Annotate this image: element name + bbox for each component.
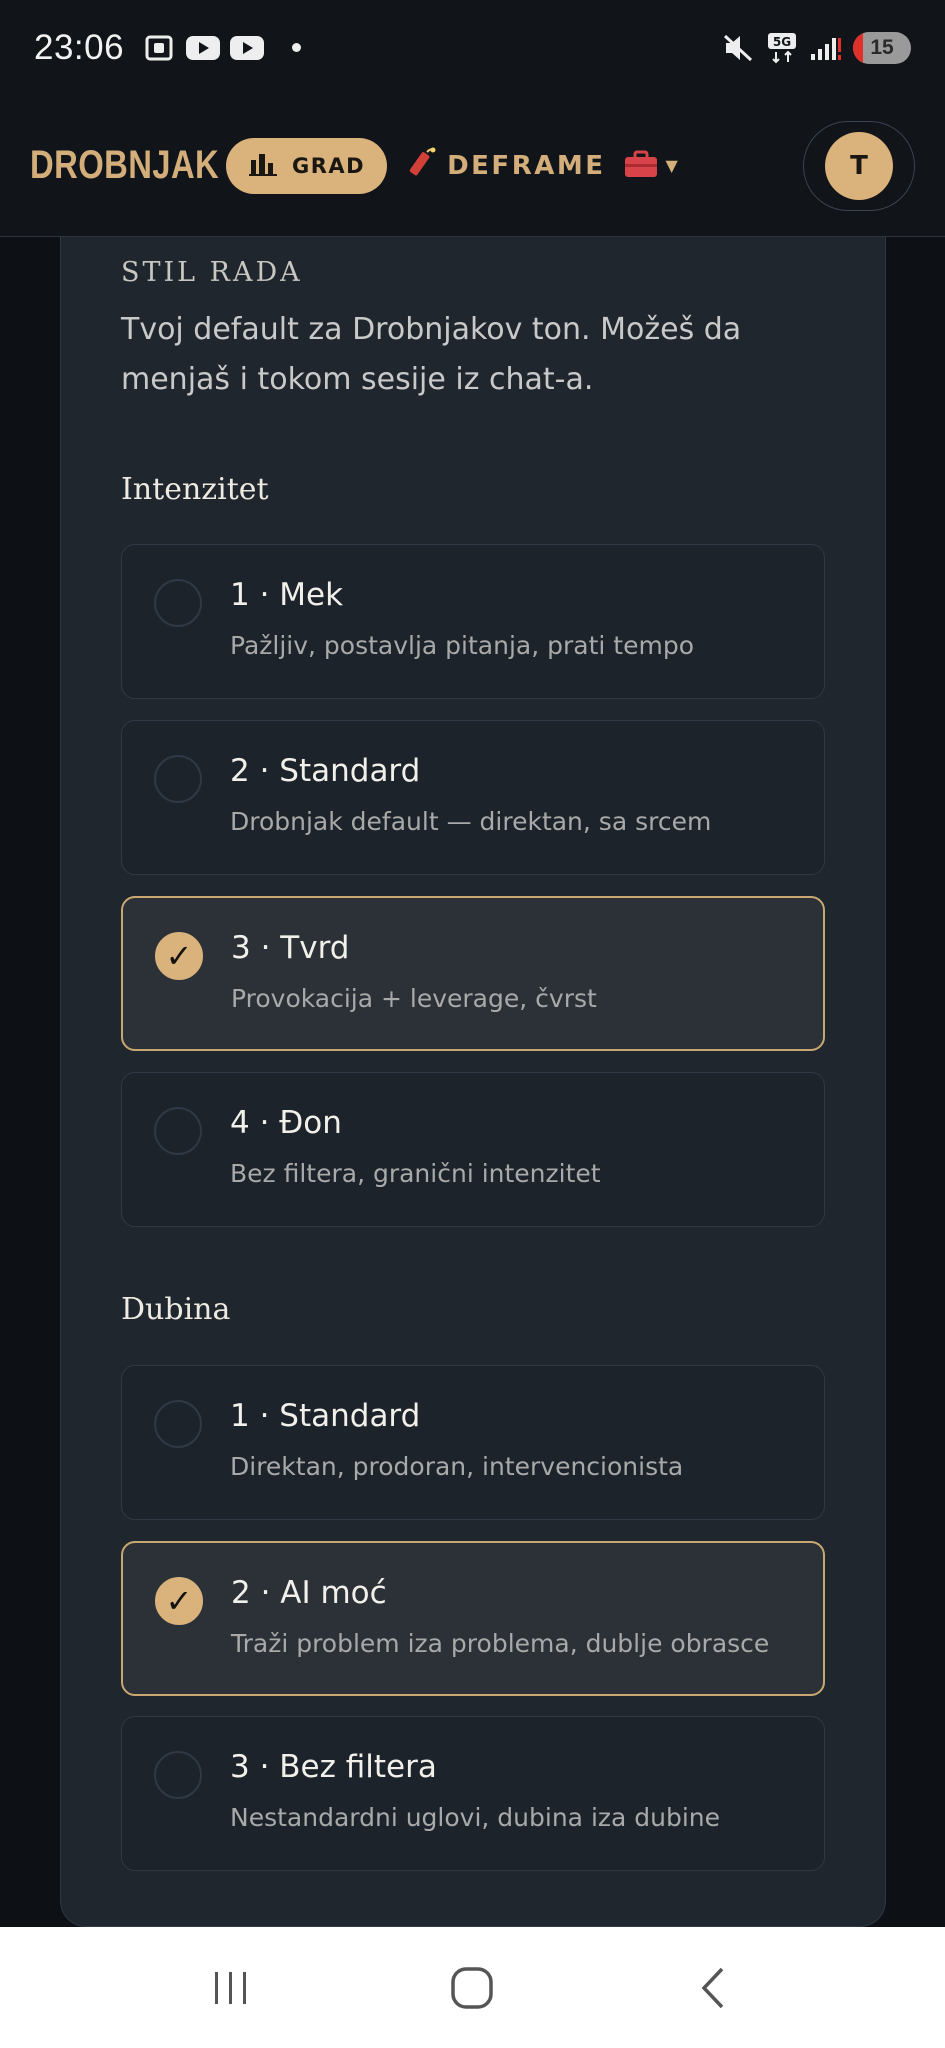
grad-button[interactable]: GRAD bbox=[226, 137, 388, 194]
chevron-down-icon: ▼ bbox=[665, 156, 678, 175]
avatar-button[interactable]: T bbox=[803, 120, 915, 211]
youtube-icon bbox=[186, 34, 221, 62]
status-right-icons: 5G 15 bbox=[721, 31, 911, 64]
mute-icon bbox=[721, 34, 755, 62]
option-subtitle: Drobnjak default — direktan, sa srcem bbox=[230, 807, 712, 836]
depth-option-2[interactable]: ✓ 2 · AI moć Traži problem iza problema,… bbox=[121, 1541, 825, 1696]
home-button[interactable] bbox=[432, 1948, 512, 2028]
intensity-option-1[interactable]: 1 · Mek Pažljiv, postavlja pitanja, prat… bbox=[121, 544, 825, 699]
radio-button bbox=[154, 1751, 202, 1799]
notification-icons bbox=[142, 34, 302, 62]
app-logo[interactable]: DROBNJAK bbox=[30, 143, 219, 188]
dynamite-icon bbox=[405, 146, 437, 185]
back-button[interactable] bbox=[674, 1948, 754, 2028]
option-title: 1 · Mek bbox=[230, 577, 344, 613]
avatar: T bbox=[825, 131, 893, 200]
check-icon: ✓ bbox=[155, 1577, 203, 1625]
intensity-label: Intenzitet bbox=[121, 472, 269, 507]
depth-option-1[interactable]: 1 · Standard Direktan, prodoran, interve… bbox=[121, 1365, 825, 1520]
network-icon: 5G bbox=[765, 32, 799, 63]
section-description: Tvoj default za Drobnjakov ton. Možeš da… bbox=[121, 312, 742, 397]
section-title: STIL RADA bbox=[121, 257, 303, 288]
signal-icon bbox=[809, 34, 843, 62]
deframe-button[interactable]: DEFRAME bbox=[405, 146, 605, 185]
toolbox-menu[interactable]: ▼ bbox=[623, 149, 678, 183]
option-subtitle: Pažljiv, postavlja pitanja, prati tempo bbox=[230, 631, 694, 660]
toolbox-icon bbox=[623, 149, 659, 183]
option-subtitle: Direktan, prodoran, intervencionista bbox=[230, 1452, 684, 1481]
option-subtitle: Nestandardni uglovi, dubina iza dubine bbox=[230, 1803, 721, 1832]
option-title: 3 · Tvrd bbox=[231, 930, 350, 966]
deframe-label: DEFRAME bbox=[447, 150, 606, 181]
battery-indicator: 15 bbox=[853, 31, 911, 64]
option-title: 3 · Bez filtera bbox=[230, 1749, 437, 1785]
option-subtitle: Provokacija + leverage, čvrst bbox=[231, 984, 597, 1013]
option-subtitle: Bez filtera, granični intenzitet bbox=[230, 1159, 601, 1188]
intensity-option-2[interactable]: 2 · Standard Drobnjak default — direktan… bbox=[121, 720, 825, 875]
screenshot-icon bbox=[142, 34, 176, 62]
depth-option-3[interactable]: 3 · Bez filtera Nestandardni uglovi, dub… bbox=[121, 1716, 825, 1871]
grad-label: GRAD bbox=[292, 153, 366, 178]
youtube-icon bbox=[230, 34, 265, 62]
option-title: 2 · Standard bbox=[230, 753, 421, 789]
more-notifications-dot bbox=[292, 43, 302, 52]
option-subtitle: Traži problem iza problema, dublje obras… bbox=[231, 1629, 770, 1658]
depth-label: Dubina bbox=[121, 1292, 231, 1327]
city-icon bbox=[248, 150, 278, 181]
svg-text:5G: 5G bbox=[773, 35, 791, 49]
system-nav-bar bbox=[0, 1927, 945, 2048]
radio-button bbox=[154, 579, 202, 627]
intensity-option-4[interactable]: 4 · Đon Bez filtera, granični intenzitet bbox=[121, 1072, 825, 1227]
option-title: 4 · Đon bbox=[230, 1105, 342, 1141]
option-title: 2 · AI moć bbox=[231, 1575, 387, 1611]
radio-button bbox=[154, 755, 202, 803]
radio-button bbox=[154, 1400, 202, 1448]
option-title: 1 · Standard bbox=[230, 1398, 421, 1434]
recent-apps-button[interactable] bbox=[191, 1948, 271, 2028]
app-header: DROBNJAK GRAD DEFRAME ▼ T bbox=[0, 95, 945, 237]
radio-button bbox=[154, 1107, 202, 1155]
status-bar: 23:06 5G 15 bbox=[0, 0, 945, 95]
intensity-option-3[interactable]: ✓ 3 · Tvrd Provokacija + leverage, čvrst bbox=[121, 896, 825, 1051]
status-time: 23:06 bbox=[34, 27, 125, 67]
check-icon: ✓ bbox=[155, 932, 203, 980]
style-settings-card: STIL RADA Tvoj default za Drobnjakov ton… bbox=[60, 237, 886, 1927]
